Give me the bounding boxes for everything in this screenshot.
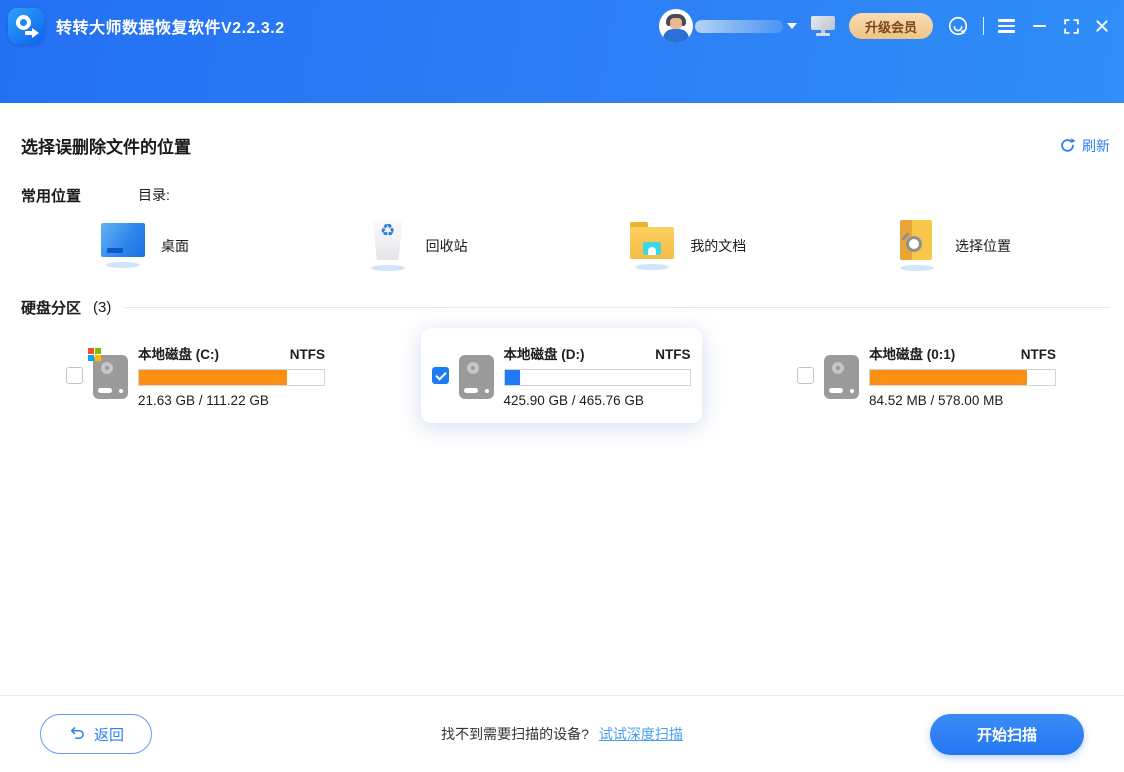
location-item-desktop[interactable]: 桌面 [100,220,260,271]
drive-capacity: 425.90 GB / 465.76 GB [504,393,691,408]
folder-search-icon [900,220,934,260]
partitions-count: (3) [93,299,111,316]
hard-drive-icon [824,355,859,399]
location-label: 选择位置 [955,236,1011,256]
refresh-icon [1059,137,1076,154]
scan-hint: 找不到需要扫描的设备? [441,724,589,744]
back-button[interactable]: 返回 [40,714,152,754]
drive-name: 本地磁盘 (0:1) [869,343,955,363]
drive-card-d[interactable]: 本地磁盘 (D:) NTFS 425.90 GB / 465.76 GB [421,328,702,423]
minimize-icon [1033,25,1046,28]
location-item-choose[interactable]: 选择位置 [894,220,1054,271]
app-title: 转转大师数据恢复软件V2.2.3.2 [56,14,285,38]
hard-drive-icon [93,355,128,399]
customer-service-button[interactable] [947,15,969,37]
menu-button[interactable] [998,19,1015,33]
partitions-label: 硬盘分区 [21,297,81,318]
close-icon [1094,18,1110,34]
directory-label: 目录: [138,185,170,206]
back-label: 返回 [94,724,124,745]
hamburger-icon [998,19,1015,33]
drive-name: 本地磁盘 (C:) [138,343,219,363]
refresh-button[interactable]: 刷新 [1059,136,1110,156]
drive-checkbox[interactable] [797,367,814,384]
page-title: 选择误删除文件的位置 [21,133,191,158]
drive-checkbox[interactable] [66,367,83,384]
headset-icon [947,15,969,37]
location-item-documents[interactable]: 我的文档 [629,220,789,271]
user-name-redacted [695,20,783,33]
device-monitor-button[interactable] [811,16,835,36]
drive-card-c[interactable]: 本地磁盘 (C:) NTFS 21.63 GB / 111.22 GB [55,328,336,423]
drive-list: 本地磁盘 (C:) NTFS 21.63 GB / 111.22 GB [0,318,1124,423]
app-window: 转转大师数据恢复软件V2.2.3.2 升级会员 [0,0,1124,772]
recycle-bin-icon: ♻ [372,220,404,260]
drive-capacity: 84.52 MB / 578.00 MB [869,393,1056,408]
titlebar-divider [983,17,984,35]
section-divider [125,307,1110,308]
location-label: 桌面 [161,236,189,256]
start-scan-button[interactable]: 开始扫描 [930,714,1084,755]
icon-shadow [635,264,669,270]
refresh-label: 刷新 [1082,136,1110,156]
drive-card-01[interactable]: 本地磁盘 (0:1) NTFS 84.52 MB / 578.00 MB [786,328,1067,423]
drive-name: 本地磁盘 (D:) [504,343,585,363]
drive-filesystem: NTFS [655,347,690,362]
common-locations-row: 桌面 ♻ 回收站 我的文档 [0,206,1124,271]
icon-shadow [106,262,140,268]
drive-filesystem: NTFS [290,347,325,362]
maximize-icon [1063,18,1080,35]
location-label: 我的文档 [690,236,746,256]
footer-bar: 返回 找不到需要扫描的设备? 试试深度扫描 开始扫描 [0,695,1124,772]
location-item-recycle-bin[interactable]: ♻ 回收站 [365,220,525,271]
user-account[interactable] [659,9,797,43]
windows-logo-icon [88,348,101,361]
common-locations-label: 常用位置 [21,185,138,206]
location-label: 回收站 [426,236,468,256]
drive-checkbox[interactable] [432,367,449,384]
deep-scan-link[interactable]: 试试深度扫描 [599,724,683,744]
drive-usage-bar [138,369,325,386]
main-content: 选择误删除文件的位置 刷新 常用位置 目录: 桌面 [0,103,1124,423]
desktop-icon [101,223,145,257]
maximize-button[interactable] [1063,18,1080,35]
drive-usage-bar [869,369,1056,386]
back-arrow-icon [68,725,86,743]
chevron-down-icon [787,23,797,29]
drive-filesystem: NTFS [1021,347,1056,362]
drive-capacity: 21.63 GB / 111.22 GB [138,393,325,408]
minimize-button[interactable] [1029,16,1049,36]
user-avatar [659,9,693,43]
app-logo-icon [8,8,44,44]
icon-shadow [371,265,405,271]
titlebar: 转转大师数据恢复软件V2.2.3.2 升级会员 [0,0,1124,103]
close-button[interactable] [1094,18,1110,34]
hard-drive-icon [459,355,494,399]
icon-shadow [900,265,934,271]
upgrade-membership-button[interactable]: 升级会员 [849,13,933,39]
monitor-icon [811,16,835,36]
documents-folder-icon [630,227,674,259]
drive-usage-bar [504,369,691,386]
